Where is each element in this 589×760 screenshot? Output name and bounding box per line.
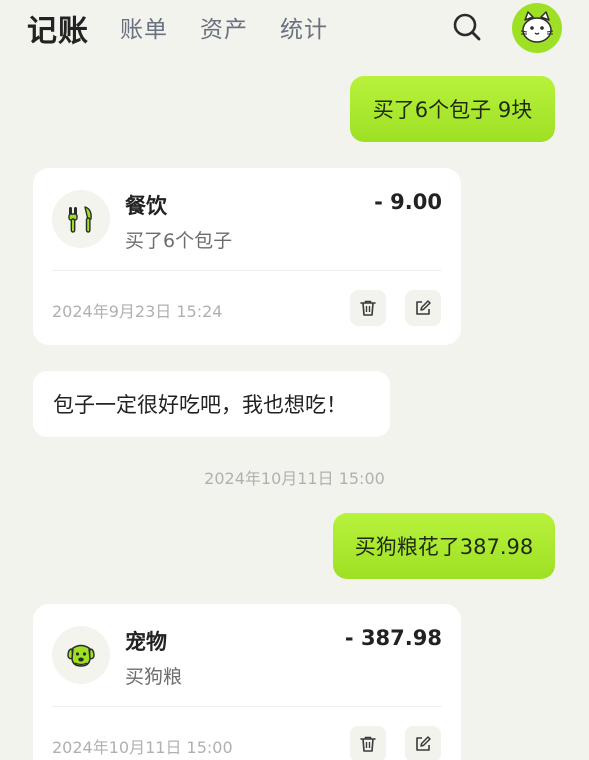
card-divider — [52, 270, 442, 271]
edit-icon — [416, 736, 431, 751]
category-name: 餐饮 — [125, 194, 167, 218]
dog-icon — [52, 626, 110, 684]
edit-button[interactable] — [405, 290, 441, 326]
delete-button[interactable] — [350, 726, 386, 760]
trash-icon — [360, 736, 376, 752]
record-time: 2024年9月23日 15:24 — [52, 302, 223, 321]
user-message: 买了6个包子 9块 — [350, 76, 555, 142]
category-name: 宠物 — [125, 630, 167, 654]
record-card[interactable]: 宠物 买狗粮 - 387.98 2024年10月11日 15:00 — [33, 604, 461, 760]
trash-icon — [360, 300, 376, 316]
record-note: 买了6个包子 — [125, 230, 233, 252]
edit-button[interactable] — [405, 726, 441, 760]
tab-bookkeeping[interactable]: 记账 — [27, 6, 89, 50]
top-nav: 记账 账单 资产 统计 — [0, 0, 589, 60]
chat-timestamp: 2024年10月11日 15:00 — [204, 469, 385, 488]
record-amount: - 9.00 — [374, 190, 442, 214]
card-divider — [52, 706, 442, 707]
cat-avatar-icon[interactable] — [512, 3, 562, 53]
record-time: 2024年10月11日 15:00 — [52, 738, 233, 757]
search-icon[interactable] — [451, 11, 483, 43]
tab-assets[interactable]: 资产 — [200, 10, 248, 44]
record-card[interactable]: 餐饮 买了6个包子 - 9.00 2024年9月23日 15:24 — [33, 168, 461, 345]
record-note: 买狗粮 — [125, 666, 183, 688]
tab-bills[interactable]: 账单 — [120, 10, 168, 44]
assistant-message: 包子一定很好吃吧，我也想吃！ — [33, 371, 390, 437]
record-amount: - 387.98 — [344, 626, 442, 650]
tab-statistics[interactable]: 统计 — [280, 10, 328, 44]
delete-button[interactable] — [350, 290, 386, 326]
fork-knife-icon — [52, 190, 110, 248]
app-root: 记账 账单 资产 统计 买了6个包子 9块 餐饮 买了6个包子 - 9.00 2… — [0, 0, 589, 760]
user-message: 买狗粮花了387.98 — [333, 513, 555, 579]
edit-icon — [416, 300, 431, 315]
